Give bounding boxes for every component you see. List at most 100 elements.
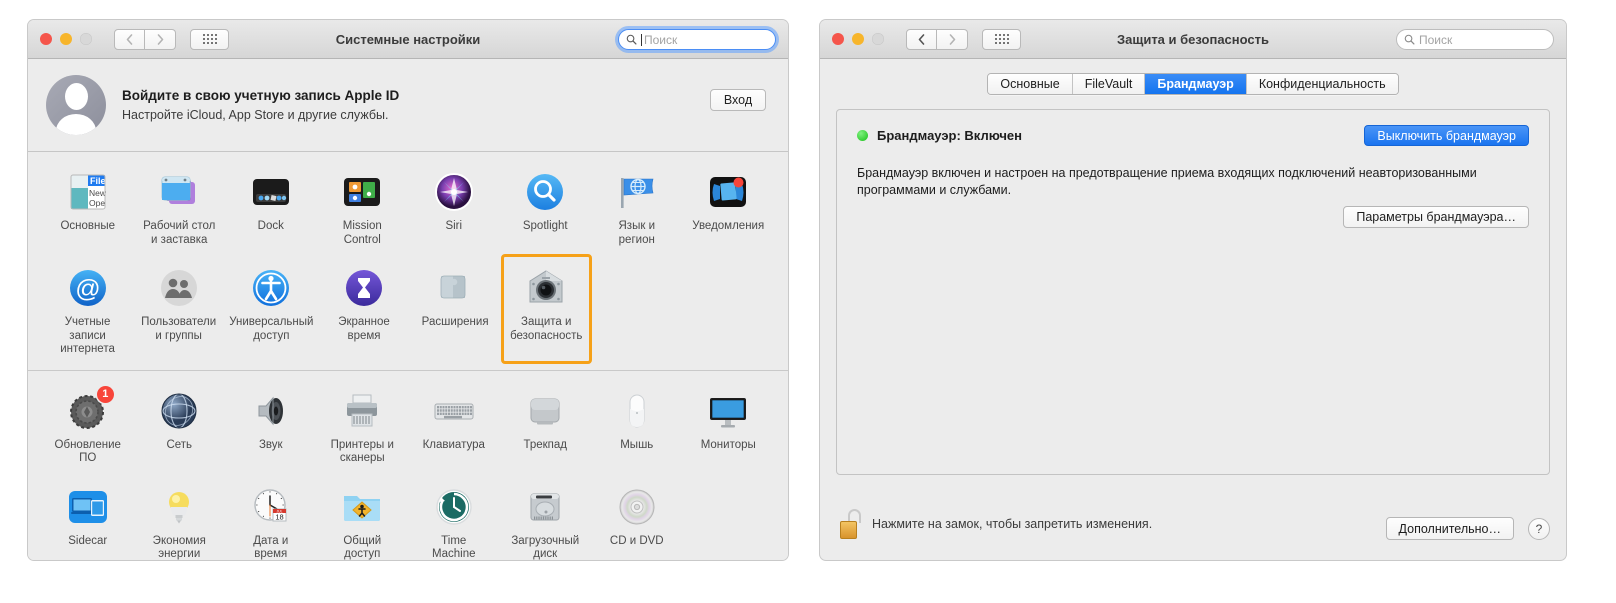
apple-id-banner[interactable]: Войдите в свою учетную запись Apple ID Н…: [28, 59, 788, 152]
pref-pane-label: Учетные записи интернета: [60, 316, 115, 355]
avatar: [46, 75, 106, 135]
pref-pane-label: Уведомления: [692, 220, 765, 232]
tab-конфиденциальность[interactable]: Конфиденциальность: [1245, 74, 1398, 94]
grid-view-icon: [994, 34, 1009, 44]
pref-pane-network[interactable]: Сеть: [134, 377, 226, 473]
software-update-icon: 1: [65, 385, 114, 434]
preferences-row: Sidecar Экономия энергии JUL 18 Дата и время…: [28, 473, 788, 561]
window-footer: Нажмите на замок, чтобы запретить измене…: [820, 488, 1566, 560]
left-titlebar: Системные настройки Поиск: [28, 20, 788, 59]
forward-button[interactable]: [145, 28, 176, 50]
pref-pane-startup-disk[interactable]: Загрузочный диск: [500, 473, 592, 560]
tab-bar: Основные FileVault Брандмауэр Конфиденциаль…: [820, 59, 1566, 95]
navigation-buttons: [114, 28, 176, 50]
sound-icon: [248, 388, 294, 434]
zoom-button[interactable]: [872, 33, 884, 45]
pref-pane-label: Рабочий стол и заставка: [143, 220, 216, 246]
back-button[interactable]: [906, 28, 937, 50]
sign-in-button[interactable]: Вход: [710, 89, 766, 111]
chevron-left-icon: [918, 33, 925, 45]
system-preferences-window: Системные настройки Поиск Войдите в свою…: [28, 20, 788, 560]
pref-pane-spotlight[interactable]: Spotlight: [500, 158, 592, 254]
pref-pane-mouse[interactable]: Мышь: [591, 377, 683, 473]
pref-pane-displays[interactable]: Мониторы: [683, 377, 775, 473]
preferences-row: @ Учетные записи интернета Пользователи и …: [28, 254, 788, 364]
pref-pane-date-time[interactable]: JUL 18 Дата и время: [225, 473, 317, 561]
pref-pane-accessibility[interactable]: Универсальный доступ: [224, 254, 318, 364]
mouse-icon: [614, 388, 660, 434]
minimize-button[interactable]: [852, 33, 864, 45]
forward-button[interactable]: [937, 28, 968, 50]
pref-pane-label: Принтеры и сканеры: [330, 438, 394, 465]
group-divider: [28, 369, 788, 371]
pref-pane-label: Общий доступ: [343, 534, 382, 561]
spotlight-icon: [522, 169, 568, 215]
pref-pane-cd-dvd[interactable]: CD и DVD: [591, 473, 683, 561]
pref-pane-screen-time[interactable]: Экранное время: [318, 254, 409, 364]
trackpad-icon: [522, 388, 568, 434]
advanced-button[interactable]: Дополнительно…: [1385, 517, 1514, 540]
notifications-icon: [705, 169, 751, 215]
pref-pane-label: Пользователи и группы: [141, 316, 217, 342]
keyboard-icon: [431, 388, 477, 434]
pref-pane-users-groups[interactable]: Пользователи и группы: [133, 254, 224, 364]
pref-pane-trackpad[interactable]: Трекпад: [500, 377, 592, 473]
show-all-button[interactable]: [190, 28, 229, 50]
minimize-button[interactable]: [60, 33, 72, 45]
time-machine-icon: [431, 484, 477, 530]
security-privacy-window: Защита и безопасность Поиск Основные File…: [820, 20, 1566, 560]
desktop-screensaver-icon: [156, 169, 202, 215]
pref-pane-label: Звук: [258, 438, 283, 451]
apple-id-text: Войдите в свою учетную запись Apple ID Н…: [122, 88, 399, 122]
pref-pane-label: Трекпад: [523, 438, 568, 451]
back-button[interactable]: [114, 28, 145, 50]
show-all-button[interactable]: [982, 28, 1021, 50]
pref-pane-printers-scanners[interactable]: Принтеры и сканеры: [317, 377, 409, 473]
pref-pane-sound[interactable]: Звук: [225, 377, 317, 473]
mission-control-icon: [339, 169, 385, 215]
search-input[interactable]: Поиск: [618, 29, 776, 50]
tab-основные[interactable]: Основные: [988, 74, 1072, 94]
users-groups-icon: [156, 265, 202, 311]
pref-pane-label: Экранное время: [338, 316, 390, 342]
pref-pane-siri[interactable]: Siri: [408, 158, 500, 254]
pref-pane-security-privacy[interactable]: Защита и безопасность: [500, 254, 592, 364]
apple-id-title: Войдите в свою учетную запись Apple ID: [122, 88, 400, 103]
turn-off-firewall-button[interactable]: Выключить брандмауэр: [1364, 125, 1529, 146]
search-input[interactable]: Поиск: [1396, 29, 1554, 50]
unlocked-padlock-icon[interactable]: [838, 509, 861, 539]
tab-filevault[interactable]: FileVault: [1071, 74, 1145, 94]
pref-pane-desktop-screensaver[interactable]: Рабочий стол и заставка: [134, 158, 226, 254]
pref-pane-keyboard[interactable]: Клавиатура: [408, 377, 500, 473]
energy-saver-icon: [156, 484, 202, 530]
svg-text:File: File: [90, 176, 106, 186]
search-icon: [626, 34, 637, 45]
pref-pane-label: Основные: [60, 220, 116, 232]
pref-pane-time-machine[interactable]: Time Machine: [408, 473, 500, 560]
pref-pane-sidecar[interactable]: Sidecar: [42, 473, 134, 561]
pref-pane-dock[interactable]: Dock: [225, 158, 317, 254]
pref-pane-label: CD и DVD: [609, 534, 664, 547]
pref-pane-notifications[interactable]: Уведомления: [683, 158, 775, 254]
firewall-status-text: Брандмауэр: Включен: [877, 128, 1022, 143]
zoom-button[interactable]: [80, 33, 92, 45]
sharing-icon: [339, 484, 385, 530]
pref-pane-sharing[interactable]: Общий доступ: [317, 473, 409, 561]
pref-pane-label: Дата и время: [253, 534, 289, 561]
pref-pane-energy-saver[interactable]: Экономия энергии: [134, 473, 226, 560]
help-button[interactable]: ?: [1528, 518, 1550, 540]
pref-pane-label: Spotlight: [522, 220, 568, 232]
pref-pane-extensions[interactable]: Расширения: [410, 254, 501, 364]
firewall-options-button[interactable]: Параметры брандмауэра…: [1343, 206, 1529, 228]
pref-pane-language-region[interactable]: Язык и регион: [591, 158, 683, 254]
pref-pane-internet-accounts[interactable]: @ Учетные записи интернета: [42, 254, 133, 364]
notification-badge: 1: [96, 385, 114, 403]
pref-pane-label: Мониторы: [700, 438, 756, 451]
tab-брандмауэр[interactable]: Брандмауэр: [1144, 74, 1246, 94]
close-button[interactable]: [40, 33, 52, 45]
pref-pane-software-update[interactable]: 1 Обновление ПО: [42, 377, 134, 473]
svg-text:@: @: [75, 275, 100, 303]
close-button[interactable]: [832, 33, 844, 45]
pref-pane-general-prefs[interactable]: File New Ope Основные: [42, 158, 134, 254]
pref-pane-mission-control[interactable]: Mission Control: [317, 158, 409, 254]
